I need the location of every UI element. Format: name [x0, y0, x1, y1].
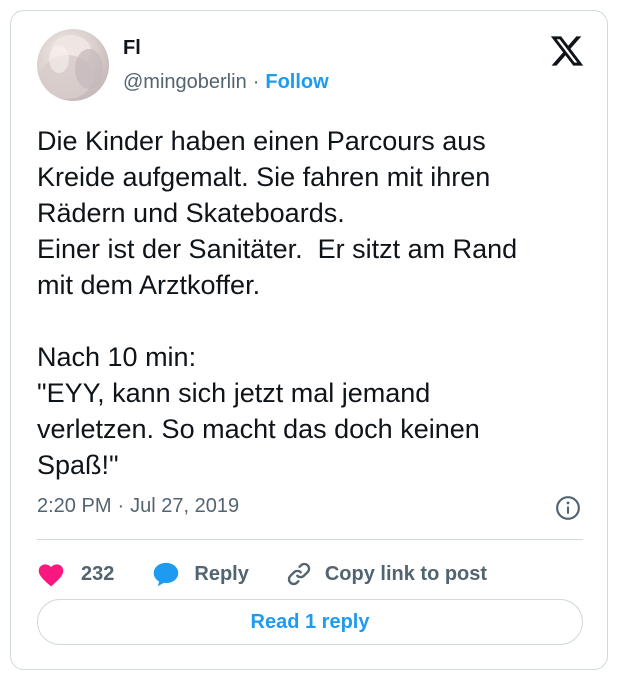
action-bar: 232 Reply Copy link to post	[37, 556, 487, 592]
speech-bubble-icon	[154, 562, 179, 587]
author-handle[interactable]: @mingoberlin	[123, 71, 247, 93]
author-name[interactable]: Fl	[123, 37, 141, 60]
read-replies-label: Read 1 reply	[250, 610, 370, 633]
like-button[interactable]: 232	[37, 561, 114, 587]
avatar-image	[41, 35, 103, 99]
avatar[interactable]	[37, 29, 109, 101]
tweet-text: Die Kinder haben einen Parcours aus Krei…	[37, 126, 518, 480]
x-logo-icon[interactable]	[549, 33, 585, 69]
link-icon	[287, 562, 310, 586]
timestamp-separator: ·	[117, 495, 125, 517]
handle-separator: ·	[252, 71, 260, 93]
divider	[37, 539, 583, 540]
like-count: 232	[81, 562, 115, 585]
reply-button[interactable]: Reply	[152, 561, 249, 587]
read-replies-button[interactable]: Read 1 reply	[37, 599, 583, 645]
timestamp[interactable]: 2:20 PM · Jul 27, 2019	[37, 495, 239, 518]
info-icon[interactable]	[555, 495, 581, 521]
heart-icon	[38, 564, 64, 587]
tweet-time[interactable]: 2:20 PM	[37, 495, 111, 517]
tweet-date[interactable]: Jul 27, 2019	[130, 495, 239, 517]
reply-label: Reply	[194, 562, 249, 585]
tweet-card: Fl @mingoberlin · Follow Die Kinder haben …	[10, 10, 608, 670]
copy-link-button[interactable]: Copy link to post	[285, 560, 487, 588]
follow-button[interactable]: Follow	[265, 71, 328, 93]
handle-row: @mingoberlin · Follow	[123, 71, 329, 94]
copy-link-label: Copy link to post	[324, 562, 488, 585]
